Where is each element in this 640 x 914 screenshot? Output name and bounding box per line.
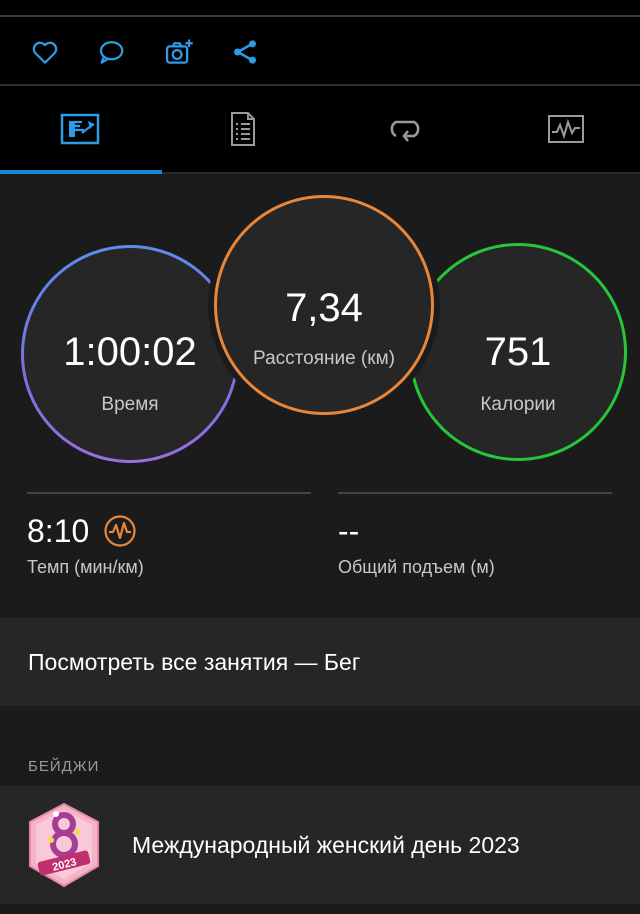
ascent-label: Общий подъем (м) <box>338 557 495 577</box>
badge-list-item[interactable]: 2023 Международный женский день 2023 <box>0 786 640 904</box>
distance-value: 7,34 <box>285 286 363 330</box>
share-icon <box>234 40 256 64</box>
ascent-divider <box>338 492 612 494</box>
badges-section-title: БЕЙДЖИ <box>28 758 100 775</box>
stats-map-icon <box>60 113 100 145</box>
calories-ring: 751 Калории <box>409 243 627 461</box>
distance-label: Расстояние (км) <box>253 348 395 369</box>
time-value: 1:00:02 <box>63 330 197 374</box>
action-bar <box>0 17 640 84</box>
add-photo-button[interactable] <box>162 35 196 69</box>
document-icon <box>231 112 255 146</box>
time-ring: 1:00:02 Время <box>21 245 239 463</box>
heart-icon <box>32 41 58 64</box>
tab-bar <box>0 86 640 172</box>
ascent-value: -- <box>338 513 360 549</box>
tab-stats[interactable] <box>0 86 160 172</box>
calories-label: Калории <box>480 394 556 415</box>
time-label: Время <box>101 394 159 415</box>
bottom-strip <box>0 904 640 914</box>
chart-icon <box>548 115 584 143</box>
comment-button[interactable] <box>94 35 128 69</box>
all-activities-label: Посмотреть все занятия — Бег <box>28 648 361 675</box>
comment-icon <box>99 41 124 64</box>
pace-label: Темп (мин/км) <box>27 557 144 577</box>
laps-loop-icon <box>390 120 420 142</box>
badge-name: Международный женский день 2023 <box>132 832 520 858</box>
womens-day-badge-icon: 2023 <box>29 802 99 888</box>
tab-charts[interactable] <box>486 86 640 172</box>
share-button[interactable] <box>228 35 262 69</box>
like-button[interactable] <box>28 35 62 69</box>
pace-value: 8:10 <box>27 513 90 549</box>
all-activities-link[interactable]: Посмотреть все занятия — Бег <box>0 618 640 706</box>
pace-activity-icon[interactable] <box>103 514 137 548</box>
pace-divider <box>27 492 311 494</box>
add-photo-icon <box>166 39 193 64</box>
tab-laps[interactable] <box>324 86 484 172</box>
calories-value: 751 <box>484 330 552 374</box>
distance-ring: 7,34 Расстояние (км) <box>214 195 434 415</box>
tab-details[interactable] <box>162 86 322 172</box>
